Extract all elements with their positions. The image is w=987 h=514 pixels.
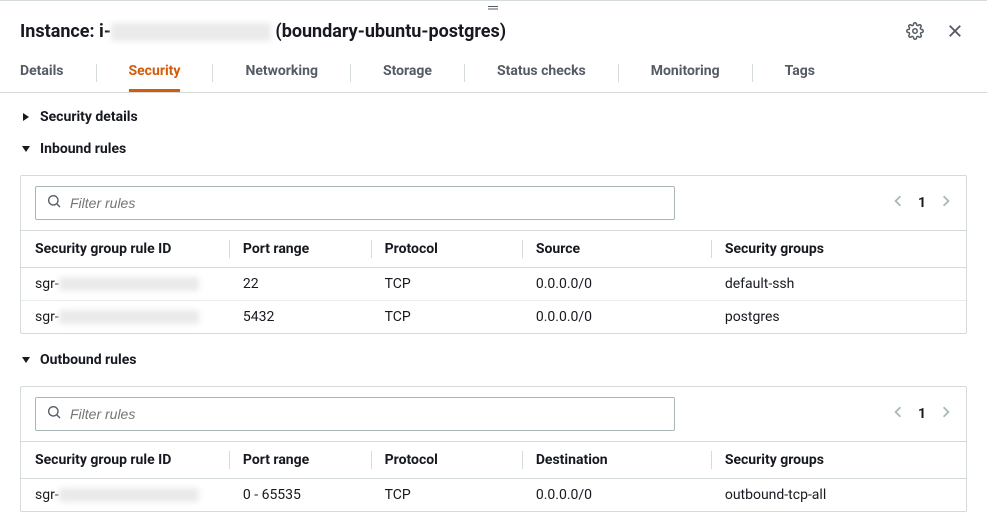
cell-protocol: TCP <box>371 301 522 334</box>
inbound-header-row: Security group rule ID Port range Protoc… <box>21 231 966 268</box>
inbound-pager: 1 <box>892 195 952 211</box>
tab-details[interactable]: Details <box>20 53 64 92</box>
title-prefix: Instance: i- <box>20 21 111 42</box>
tab-divider <box>96 64 97 82</box>
outbound-table-container: 1 Security group rule ID Port range Prot… <box>20 386 967 512</box>
rule-id-redacted <box>59 488 199 502</box>
tab-divider <box>464 64 465 82</box>
outbound-table: Security group rule ID Port range Protoc… <box>21 441 966 511</box>
pager-prev-icon[interactable] <box>892 406 904 422</box>
section-inbound: Inbound rules <box>0 133 987 165</box>
col-groups[interactable]: Security groups <box>711 231 966 268</box>
title-suffix: (boundary-ubuntu-postgres) <box>271 21 506 42</box>
tab-security[interactable]: Security <box>129 53 181 92</box>
col-protocol[interactable]: Protocol <box>371 231 522 268</box>
cell-destination: 0.0.0.0/0 <box>522 479 711 512</box>
cell-port: 5432 <box>229 301 371 334</box>
security-details-toggle[interactable]: Security details <box>20 105 967 129</box>
outbound-page-number: 1 <box>918 406 926 422</box>
outbound-toggle[interactable]: Outbound rules <box>20 348 967 372</box>
outbound-pager: 1 <box>892 406 952 422</box>
pager-next-icon[interactable] <box>940 195 952 211</box>
tab-divider <box>212 64 213 82</box>
inbound-page-number: 1 <box>918 195 926 211</box>
pager-prev-icon[interactable] <box>892 195 904 211</box>
outbound-filter-input[interactable] <box>70 406 664 422</box>
rule-id-redacted <box>59 277 199 291</box>
cell-groups: outbound-tcp-all <box>711 479 966 512</box>
instance-id-redacted <box>111 23 271 41</box>
inbound-table-container: 1 Security group rule ID Port range Prot… <box>20 175 967 334</box>
col-port[interactable]: Port range <box>229 442 371 479</box>
col-port[interactable]: Port range <box>229 231 371 268</box>
col-destination[interactable]: Destination <box>522 442 711 479</box>
cell-protocol: TCP <box>371 268 522 301</box>
col-rule-id[interactable]: Security group rule ID <box>21 442 229 479</box>
col-protocol[interactable]: Protocol <box>371 442 522 479</box>
tabs: Details Security Networking Storage Stat… <box>0 53 987 93</box>
cell-groups: postgres <box>711 301 966 334</box>
outbound-filter-wrap[interactable] <box>35 397 675 431</box>
cell-groups: default-ssh <box>711 268 966 301</box>
cell-rule-id: sgr- <box>21 479 229 512</box>
inbound-label: Inbound rules <box>40 141 126 157</box>
security-details-label: Security details <box>40 109 138 125</box>
search-icon <box>46 193 62 213</box>
gear-icon[interactable] <box>903 19 927 43</box>
tab-divider <box>350 64 351 82</box>
caret-down-icon <box>20 354 32 366</box>
panel-header: Instance: i- (boundary-ubuntu-postgres) <box>0 13 987 53</box>
table-row[interactable]: sgr- 0 - 65535 TCP 0.0.0.0/0 outbound-tc… <box>21 479 966 512</box>
search-icon <box>46 404 62 424</box>
outbound-filter-row: 1 <box>21 387 966 441</box>
tab-storage[interactable]: Storage <box>383 53 432 92</box>
cell-rule-id: sgr- <box>21 268 229 301</box>
inbound-toggle[interactable]: Inbound rules <box>20 137 967 161</box>
col-source[interactable]: Source <box>522 231 711 268</box>
instance-title: Instance: i- (boundary-ubuntu-postgres) <box>20 21 506 42</box>
inbound-filter-wrap[interactable] <box>35 186 675 220</box>
close-icon[interactable] <box>943 19 967 43</box>
header-actions <box>903 19 967 43</box>
cell-rule-id: sgr- <box>21 301 229 334</box>
section-outbound: Outbound rules <box>0 344 987 376</box>
drag-handle-icon[interactable]: ═ <box>0 1 987 13</box>
cell-source: 0.0.0.0/0 <box>522 301 711 334</box>
pager-next-icon[interactable] <box>940 406 952 422</box>
caret-right-icon <box>20 111 32 123</box>
tab-networking[interactable]: Networking <box>245 53 318 92</box>
inbound-filter-input[interactable] <box>70 195 664 211</box>
table-row[interactable]: sgr- 5432 TCP 0.0.0.0/0 postgres <box>21 301 966 334</box>
outbound-label: Outbound rules <box>40 352 136 368</box>
cell-source: 0.0.0.0/0 <box>522 268 711 301</box>
cell-port: 0 - 65535 <box>229 479 371 512</box>
cell-port: 22 <box>229 268 371 301</box>
tab-divider <box>752 64 753 82</box>
cell-protocol: TCP <box>371 479 522 512</box>
col-groups[interactable]: Security groups <box>711 442 966 479</box>
tab-monitoring[interactable]: Monitoring <box>651 53 720 92</box>
table-row[interactable]: sgr- 22 TCP 0.0.0.0/0 default-ssh <box>21 268 966 301</box>
section-security-details: Security details <box>0 93 987 133</box>
outbound-header-row: Security group rule ID Port range Protoc… <box>21 442 966 479</box>
tab-divider <box>618 64 619 82</box>
rule-id-redacted <box>59 310 199 324</box>
col-rule-id[interactable]: Security group rule ID <box>21 231 229 268</box>
inbound-filter-row: 1 <box>21 176 966 230</box>
inbound-table: Security group rule ID Port range Protoc… <box>21 230 966 333</box>
caret-down-icon <box>20 143 32 155</box>
tab-status-checks[interactable]: Status checks <box>497 53 586 92</box>
tab-tags[interactable]: Tags <box>785 53 815 92</box>
instance-detail-panel: ═ Instance: i- (boundary-ubuntu-postgres… <box>0 0 987 512</box>
